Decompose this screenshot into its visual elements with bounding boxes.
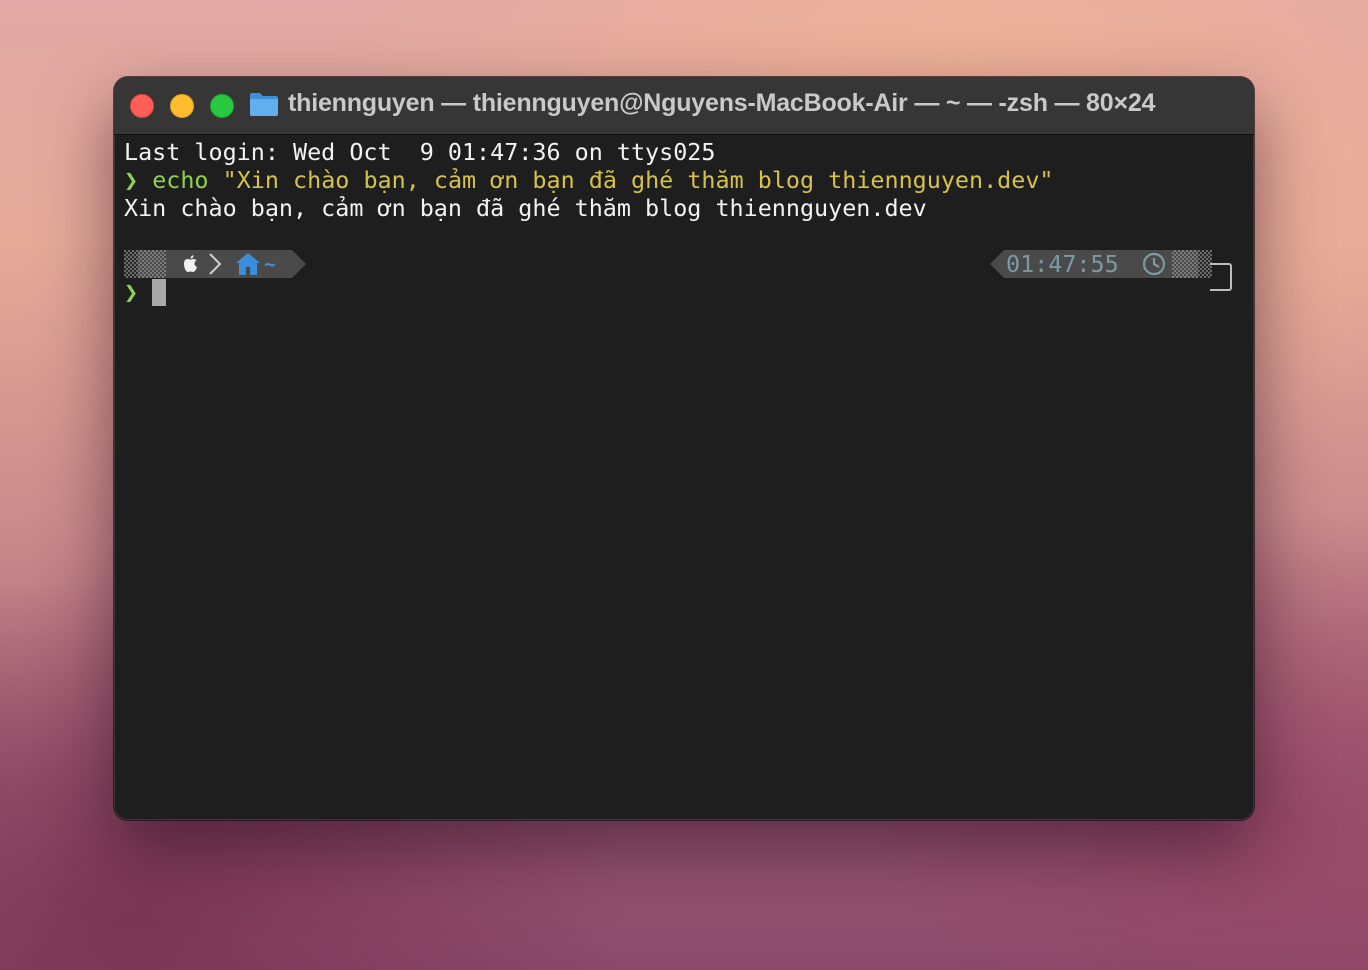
window-title: thiennguyen — thiennguyen@Nguyens-MacBoo…	[288, 89, 1156, 117]
prompt-dir: ~	[264, 252, 276, 276]
input-prompt-char: ❯	[124, 278, 139, 306]
prompt-left-segment: ~	[124, 250, 306, 278]
zoom-button[interactable]	[210, 94, 234, 118]
folder-icon	[250, 93, 278, 116]
prompt-time: 01:47:55	[1006, 250, 1119, 278]
login-line: Last login: Wed Oct 9 01:47:36 on ttys02…	[124, 138, 716, 166]
text-cursor	[152, 279, 166, 306]
prompt-char: ❯	[124, 166, 139, 194]
output-line: Xin chào bạn, cảm ơn bạn đã ghé thăm blo…	[124, 194, 927, 222]
command-name: echo	[152, 166, 209, 194]
input-line[interactable]: ❯	[124, 278, 138, 306]
terminal-content[interactable]: Last login: Wed Oct 9 01:47:36 on ttys02…	[124, 135, 1244, 815]
command-line: ❯ echo "Xin chào bạn, cảm ơn bạn đã ghé …	[124, 166, 1053, 194]
command-argument: "Xin chào bạn, cảm ơn bạn đã ghé thăm bl…	[222, 166, 1054, 194]
minimize-button[interactable]	[170, 94, 194, 118]
close-button[interactable]	[130, 94, 154, 118]
terminal-window: thiennguyen — thiennguyen@Nguyens-MacBoo…	[114, 77, 1254, 820]
right-prompt-bracket	[1210, 263, 1232, 291]
title-bar[interactable]: thiennguyen — thiennguyen@Nguyens-MacBoo…	[114, 77, 1254, 135]
